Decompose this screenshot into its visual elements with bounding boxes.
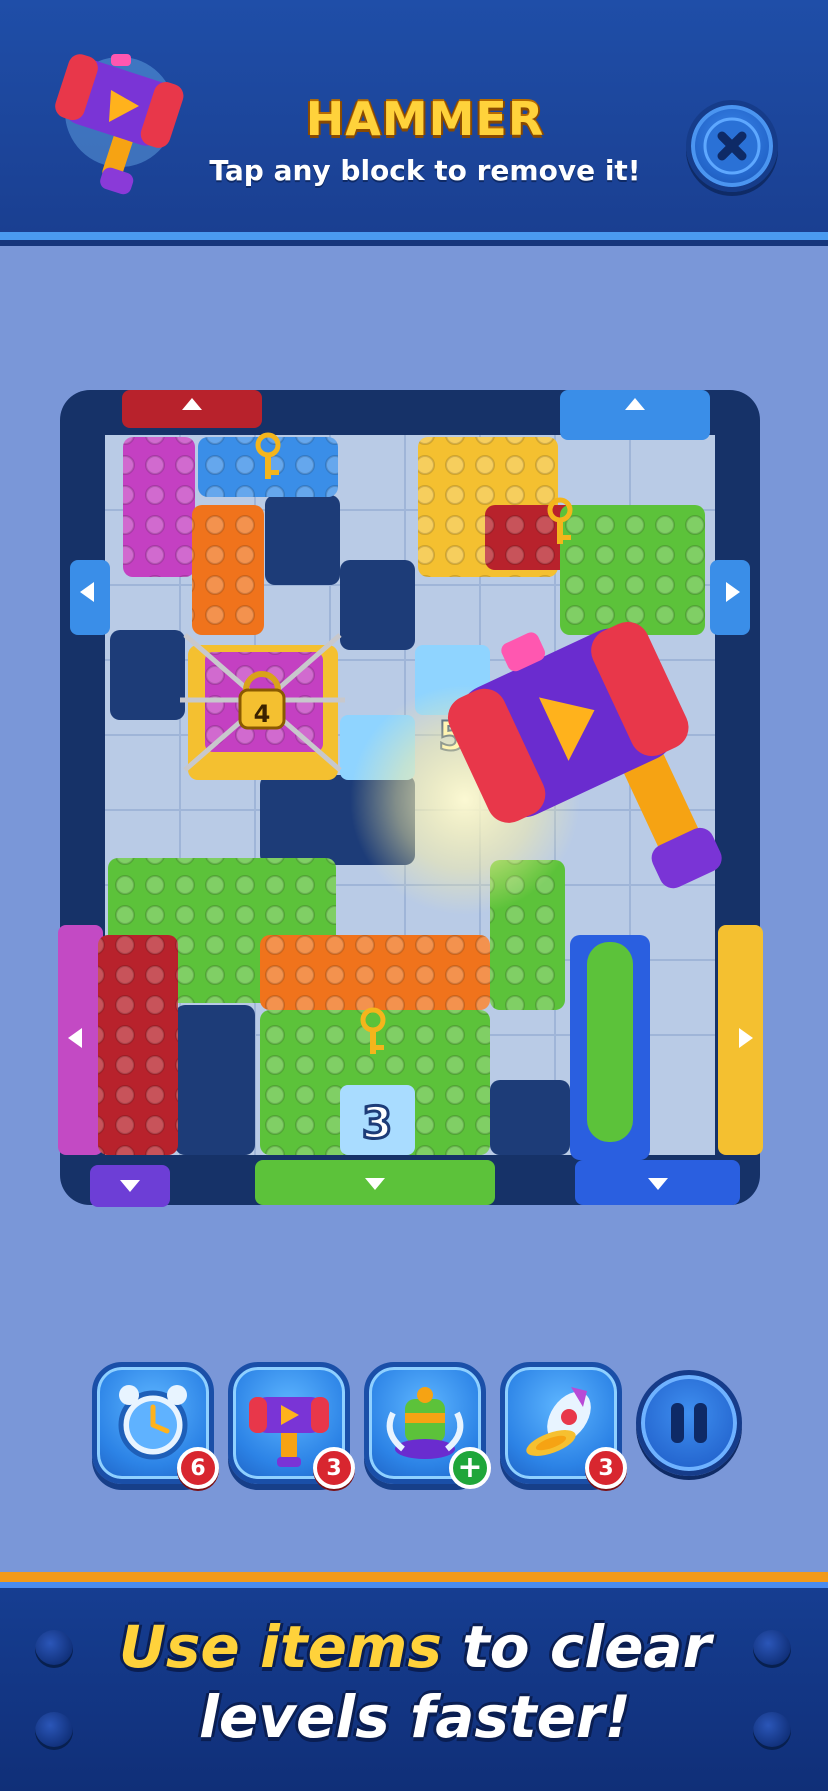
puzzle-board: 4 5 3 <box>58 390 763 1207</box>
add-item-badge[interactable]: + <box>449 1447 491 1489</box>
block-green-pill[interactable] <box>587 942 633 1142</box>
close-icon <box>703 117 761 175</box>
promo-text-highlight: Use items <box>118 1613 442 1681</box>
lock-count: 4 <box>254 700 271 728</box>
promo-text: Use items to clear levels faster! <box>90 1612 740 1752</box>
promo-text-line1: to clear <box>441 1613 712 1681</box>
pause-button[interactable] <box>636 1370 742 1476</box>
promo-text-line2: levels faster! <box>199 1683 631 1751</box>
item-count-badge: 3 <box>585 1447 627 1489</box>
block-red-tall[interactable] <box>98 935 178 1155</box>
block-green-top[interactable] <box>560 505 705 635</box>
obstacle-block <box>340 560 415 650</box>
rivet-decoration <box>35 1630 73 1668</box>
rivet-decoration <box>753 1712 791 1750</box>
pause-icon <box>671 1403 707 1443</box>
booster-title: HAMMER <box>305 92 545 146</box>
booster-subtitle: Tap any block to remove it! <box>209 154 641 187</box>
item-vacuum-button[interactable]: + <box>364 1362 491 1489</box>
block-magenta[interactable] <box>123 437 195 577</box>
obstacle-block <box>110 630 185 720</box>
block-orange-long[interactable] <box>260 935 490 1010</box>
obstacle-block <box>265 495 340 585</box>
close-button[interactable] <box>686 100 778 192</box>
obstacle-block <box>175 1005 255 1155</box>
item-rocket-button[interactable]: 3 <box>500 1362 627 1489</box>
ice-count-3: 3 <box>362 1098 393 1149</box>
item-count-badge: 3 <box>313 1447 355 1489</box>
booster-header: HAMMER Tap any block to remove it! <box>0 0 828 240</box>
item-hammer-button[interactable]: 3 <box>228 1362 355 1489</box>
rivet-decoration <box>753 1630 791 1668</box>
obstacle-block <box>490 1080 570 1155</box>
hammer-badge-icon <box>55 54 184 195</box>
rivet-decoration <box>35 1712 73 1750</box>
item-clock-freeze-button[interactable]: 6 <box>92 1362 219 1489</box>
item-count-badge: 6 <box>177 1447 219 1489</box>
block-orange[interactable] <box>192 505 264 635</box>
exit-gate-blue-top <box>560 390 710 440</box>
